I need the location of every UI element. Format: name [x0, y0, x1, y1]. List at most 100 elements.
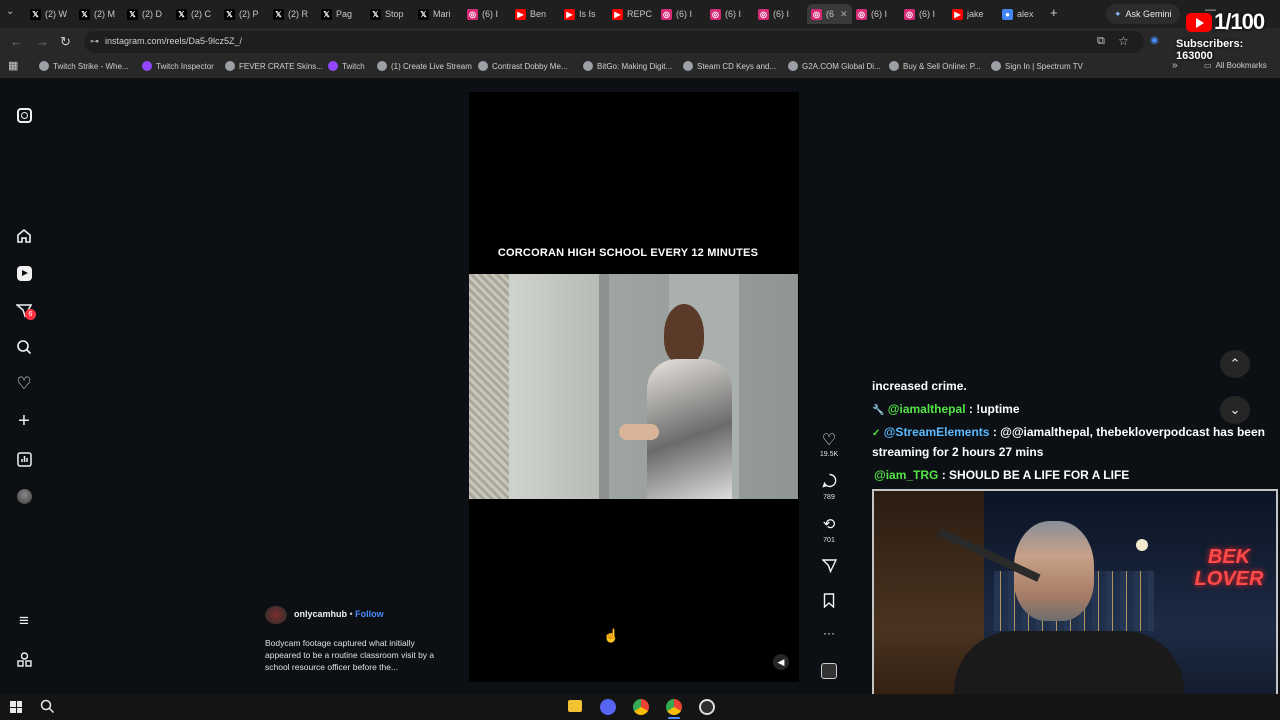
browser-tab[interactable]: ◎ (6) I: [758, 4, 789, 24]
like-heart-icon[interactable]: ♡: [817, 430, 841, 450]
bookmark-item[interactable]: G2A.COM Global Di...: [788, 61, 881, 71]
instagram-icon: ◎: [710, 8, 721, 20]
new-tab-button[interactable]: +: [1050, 5, 1058, 20]
volume-speaker-icon[interactable]: ◀: [773, 654, 789, 670]
bookmark-item[interactable]: Buy & Sell Online: P...: [889, 61, 981, 71]
browser-tab[interactable]: ▶ Is Is: [564, 4, 596, 24]
follow-button[interactable]: Follow: [355, 609, 384, 619]
browser-tab[interactable]: ◎ (6) I: [904, 4, 935, 24]
bookmark-item[interactable]: Twitch Strike - Whe...: [39, 61, 129, 71]
install-app-icon[interactable]: ⧉: [1097, 35, 1105, 48]
heart-icon[interactable]: ♡: [14, 374, 34, 394]
close-tab-icon[interactable]: ✕: [840, 9, 848, 20]
repost-icon[interactable]: ⟲: [817, 515, 841, 533]
browser-tab[interactable]: 𝕏 (2) M: [79, 4, 115, 24]
ask-gemini-button[interactable]: ✦ Ask Gemini: [1106, 4, 1180, 24]
ask-gemini-label: Ask Gemini: [1125, 9, 1172, 19]
author-avatar[interactable]: [265, 606, 287, 624]
reload-icon[interactable]: ↻: [60, 34, 71, 50]
chrome-app-icon[interactable]: [633, 699, 649, 715]
browser-tab[interactable]: ◎ (6 ✕: [807, 4, 852, 24]
chat-message-4: @iam_TRG : SHOULD BE A LIFE FOR A LIFE: [874, 468, 1129, 482]
globe-icon: [225, 61, 235, 71]
profile-avatar[interactable]: [14, 486, 34, 506]
chat-message-3: ✓ @StreamElements : @@iamalthepal, thebe…: [872, 425, 1265, 439]
file-explorer-icon[interactable]: [568, 700, 582, 712]
direct-messages-icon[interactable]: 6: [14, 300, 36, 320]
address-bar[interactable]: [84, 31, 1144, 53]
browser-tab[interactable]: 𝕏 (2) R: [273, 4, 308, 24]
browser-tab[interactable]: 𝕏 (2) W: [30, 4, 67, 24]
windows-start-icon[interactable]: [10, 701, 22, 713]
browser-tab[interactable]: 𝕏 Stop: [370, 4, 404, 24]
forward-arrow-icon[interactable]: →: [36, 34, 49, 49]
next-reel-button[interactable]: ⌄: [1220, 396, 1250, 424]
discord-app-icon[interactable]: [600, 699, 616, 715]
browser-tab[interactable]: 𝕏 (2) D: [127, 4, 162, 24]
bookmark-label: BitGo: Making Digit...: [597, 61, 673, 71]
instagram-logo-icon[interactable]: [14, 105, 34, 125]
create-plus-icon[interactable]: +: [14, 410, 34, 432]
site-info-icon[interactable]: ⊶: [90, 36, 99, 47]
bookmark-item[interactable]: BitGo: Making Digit...: [583, 61, 672, 71]
browser-tab[interactable]: ▶ REPC: [612, 4, 652, 24]
bookmark-item[interactable]: Twitch Inspector: [142, 61, 214, 71]
search-icon[interactable]: [14, 337, 34, 357]
bookmark-item[interactable]: Steam CD Keys and...: [683, 61, 776, 71]
browser-tab[interactable]: 𝕏 (2) P: [224, 4, 259, 24]
tab-title: Ben: [530, 9, 547, 19]
reel-description[interactable]: Bodycam footage captured what initially …: [265, 637, 450, 673]
menu-hamburger-icon[interactable]: ≡: [14, 611, 34, 631]
reels-icon[interactable]: [14, 263, 34, 283]
previous-reel-button[interactable]: ⌃: [1220, 350, 1250, 378]
share-icon[interactable]: [817, 558, 841, 576]
globe-icon: [889, 61, 899, 71]
globe-icon: [478, 61, 488, 71]
instagram-icon: ◎: [467, 8, 478, 20]
tab-title: (6) I: [482, 9, 499, 19]
taskbar-search-icon[interactable]: [40, 699, 55, 719]
browser-tab[interactable]: 𝕏 (2) C: [176, 4, 211, 24]
x-icon: 𝕏: [370, 8, 381, 20]
bookmark-item[interactable]: Contrast Dobby Me...: [478, 61, 568, 71]
all-bookmarks[interactable]: ▭ All Bookmarks: [1204, 61, 1267, 70]
reel-video-frame[interactable]: [469, 274, 798, 499]
browser-tab[interactable]: ◎ (6) I: [467, 4, 498, 24]
url-text[interactable]: instagram.com/reels/Da5-9lcz5Z_/: [105, 36, 242, 46]
youtube-logo-icon: [1186, 13, 1212, 32]
chat-text: increased crime.: [872, 379, 967, 393]
apps-grid-icon[interactable]: ▦: [8, 59, 18, 72]
dashboard-icon[interactable]: [14, 449, 34, 469]
more-options-icon[interactable]: ···: [817, 626, 841, 640]
browser-tab[interactable]: 𝕏 Mari: [418, 4, 451, 24]
bookmark-item[interactable]: Twitch: [328, 61, 365, 71]
browser-tab[interactable]: ▶ Ben: [515, 4, 546, 24]
extension-icon[interactable]: ◉: [1150, 35, 1159, 46]
chat-text: : @@iamalthepal, thebekloverpodcast has …: [989, 425, 1265, 439]
comment-icon[interactable]: [817, 473, 841, 491]
also-from-meta-icon[interactable]: [14, 649, 34, 669]
browser-tab[interactable]: ◎ (6) I: [710, 4, 741, 24]
save-bookmark-icon[interactable]: [817, 593, 841, 611]
browser-tab[interactable]: ◎ (6) I: [661, 4, 692, 24]
browser-tab[interactable]: ▶ jake: [952, 4, 984, 24]
author-username[interactable]: onlycamhub: [294, 609, 347, 619]
chrome-active-app-icon[interactable]: [666, 699, 682, 715]
tab-search-icon[interactable]: ⌄: [6, 6, 14, 17]
browser-tab[interactable]: ● alex: [1002, 4, 1034, 24]
bookmark-star-icon[interactable]: ☆: [1118, 34, 1129, 48]
bookmark-item[interactable]: Sign In | Spectrum TV: [991, 61, 1083, 71]
bookmark-item[interactable]: FEVER CRATE Skins...: [225, 61, 323, 71]
instagram-icon: ◎: [904, 8, 915, 20]
windows-taskbar: [0, 694, 1280, 720]
browser-tab[interactable]: ◎ (6) I: [856, 4, 887, 24]
bookmark-item[interactable]: (1) Create Live Stream: [377, 61, 472, 71]
browser-tab[interactable]: 𝕏 Pag: [321, 4, 352, 24]
back-arrow-icon[interactable]: ←: [10, 34, 23, 49]
obs-app-icon[interactable]: [699, 699, 715, 715]
home-icon[interactable]: [14, 226, 34, 246]
youtube-icon: ▶: [564, 8, 575, 20]
checkmark-icon: ✓: [872, 428, 881, 439]
author-separator: •: [347, 609, 356, 619]
audio-thumbnail[interactable]: [817, 663, 841, 679]
